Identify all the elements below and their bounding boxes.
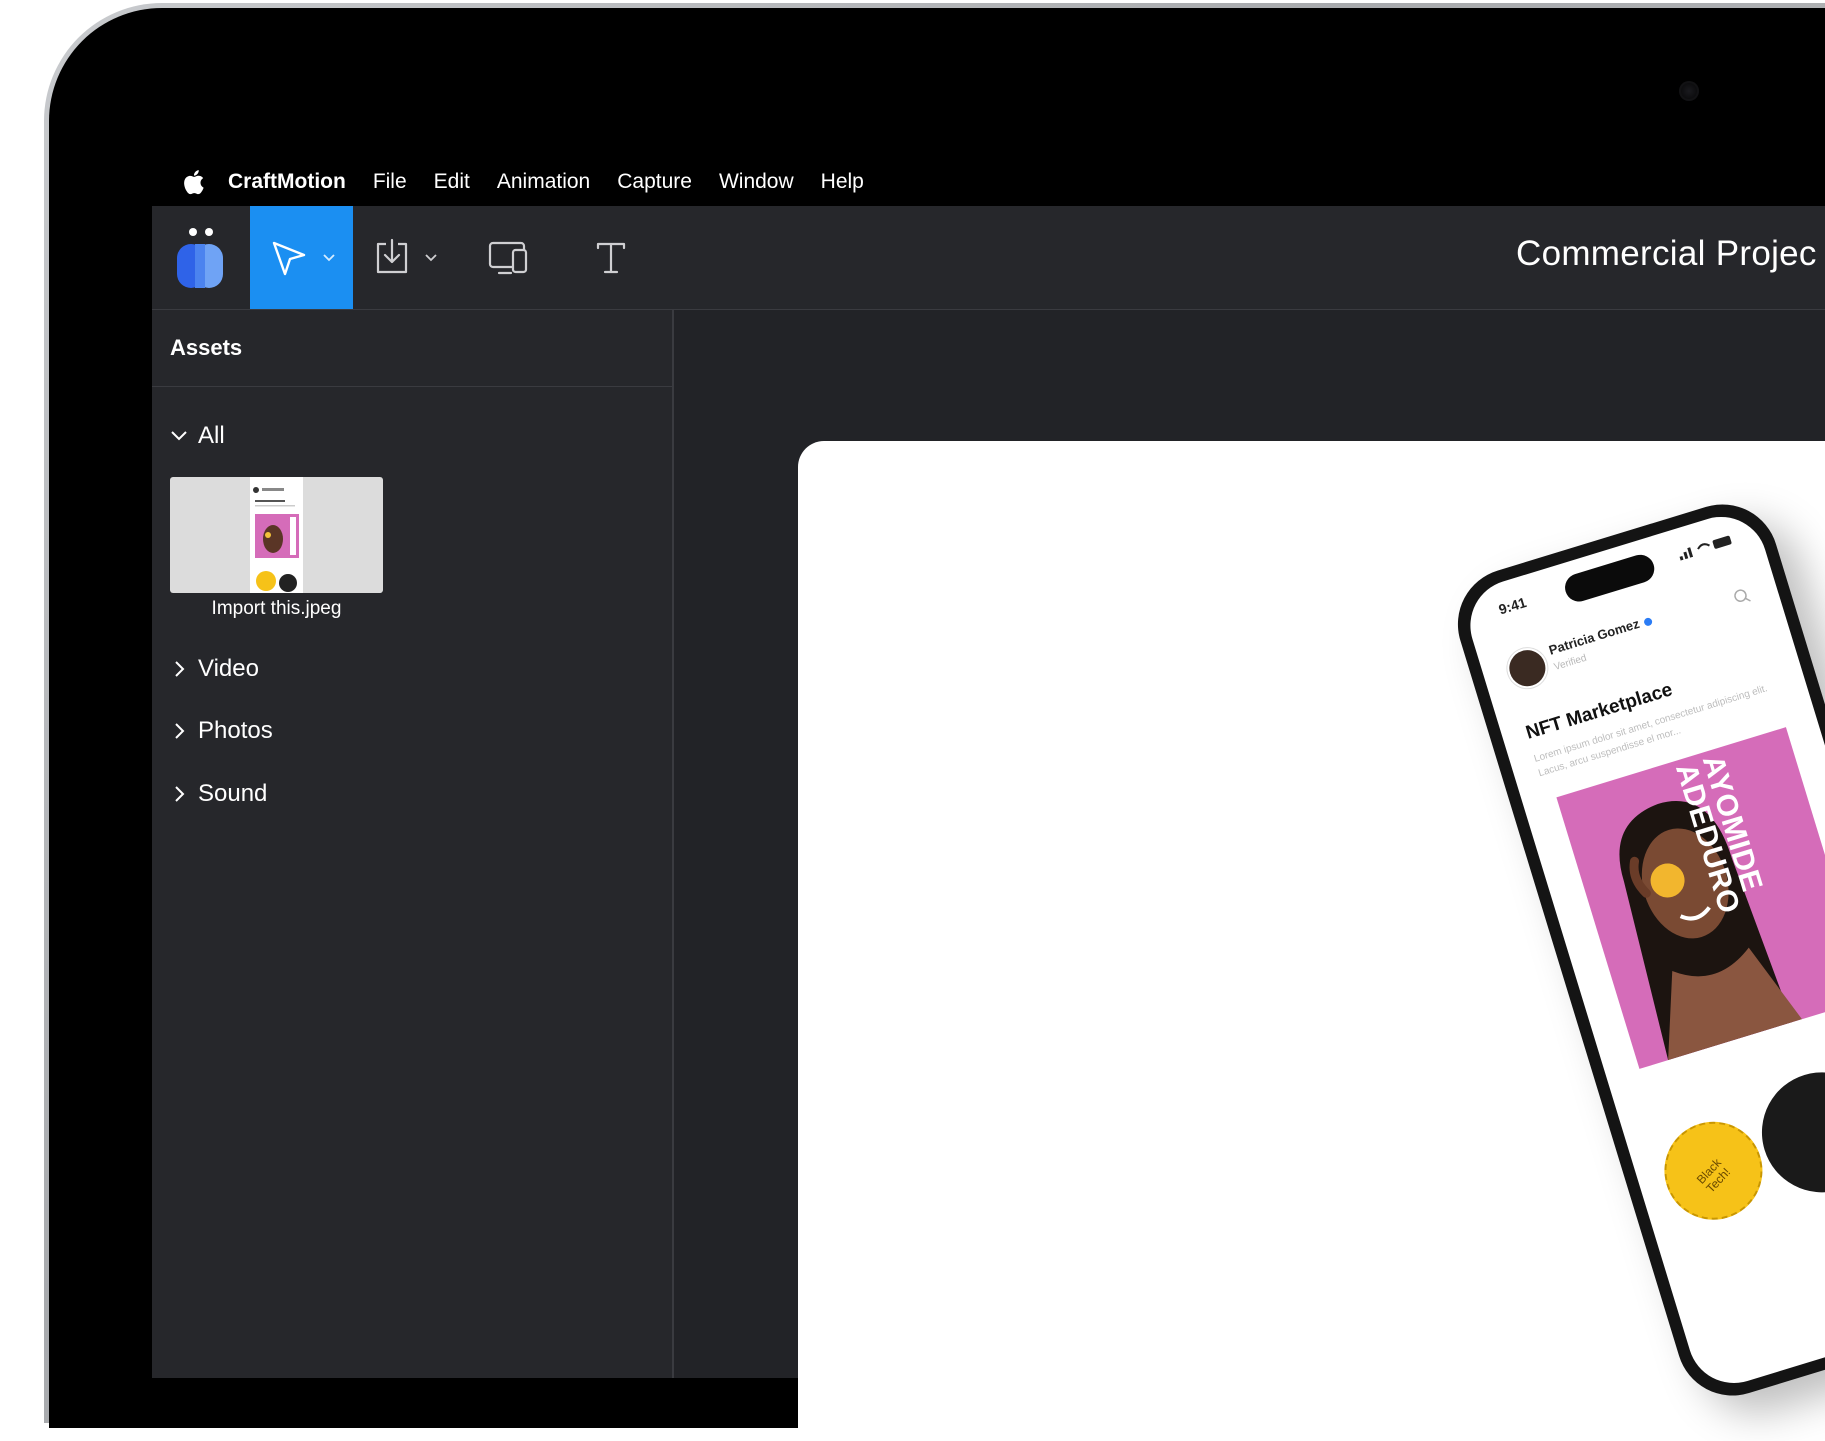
canvas-area[interactable]: 9:41 Patricia Gomez Verified NFT Marketp… [674,310,1825,1441]
badge-text: Black Tech! [1693,1155,1734,1196]
device-preview-button[interactable] [456,206,559,309]
phone-time: 9:41 [1496,594,1529,618]
status-icons [1679,535,1732,561]
chevron-down-icon[interactable] [424,253,438,263]
nft-card: AYOMIDE ADEDURO [1556,727,1825,1069]
group-sound[interactable]: Sound [170,780,267,808]
phone-mockup[interactable]: 9:41 Patricia Gomez Verified NFT Marketp… [1444,470,1825,1441]
dynamic-island [1561,551,1658,606]
menu-bar: CraftMotion File Edit Animation Capture … [152,160,1825,204]
assets-header: Assets [152,310,672,387]
phone-screen: 9:41 Patricia Gomez Verified NFT Marketp… [1458,505,1825,1395]
search-icon [1734,589,1751,602]
phone-user-sub: Verified [1552,652,1588,674]
import-icon [376,238,407,273]
text-tool-button[interactable] [559,206,662,309]
app-logo[interactable] [152,206,250,309]
chevron-right-icon [175,661,185,677]
phone-frame: 9:41 Patricia Gomez Verified NFT Marketp… [1444,490,1825,1410]
chevron-right-icon [175,723,185,739]
group-video[interactable]: Video [170,655,259,683]
apple-logo-icon[interactable] [180,167,210,197]
chevron-down-icon[interactable] [322,253,336,263]
menu-help[interactable]: Help [821,170,864,194]
camera-icon [1679,81,1699,101]
group-sound-label: Sound [198,780,268,807]
group-photos[interactable]: Photos [170,717,273,745]
asset-caption: Import this.jpeg [211,598,342,619]
import-tool-button[interactable] [353,206,456,309]
chevron-down-icon [171,431,187,441]
menu-capture[interactable]: Capture [617,170,692,194]
menu-window[interactable]: Window [719,170,794,194]
group-photos-label: Photos [198,717,273,744]
phone-user-name-text: Patricia Gomez [1546,615,1642,658]
pointer-arrow-icon [272,241,305,275]
project-title: Commercial Projec [1516,234,1817,273]
asset-preview-image [250,477,303,593]
phone-user-name: Patricia Gomez [1547,612,1654,658]
craftmotion-logo-icon [177,227,223,288]
group-video-label: Video [198,655,259,682]
chevron-right-icon [175,786,185,802]
badge: Black Tech! [1652,1109,1775,1232]
app-toolbar: Commercial Projec [152,206,1825,310]
text-tool-icon [596,242,625,273]
asset-thumbnail[interactable] [170,477,383,593]
group-all-label: All [198,422,225,449]
verified-icon [1642,616,1653,627]
devices-icon [488,241,527,274]
menu-animation[interactable]: Animation [497,170,590,194]
menu-file[interactable]: File [373,170,407,194]
artboard[interactable]: 9:41 Patricia Gomez Verified NFT Marketp… [798,441,1825,1441]
assets-sidebar: Assets All Import this.jpeg Video Photos… [152,310,674,1378]
group-all[interactable]: All [170,422,225,450]
avatar [1502,643,1553,694]
select-tool-button[interactable] [250,206,353,309]
app-name-menu[interactable]: CraftMotion [228,170,346,194]
menu-edit[interactable]: Edit [434,170,470,194]
